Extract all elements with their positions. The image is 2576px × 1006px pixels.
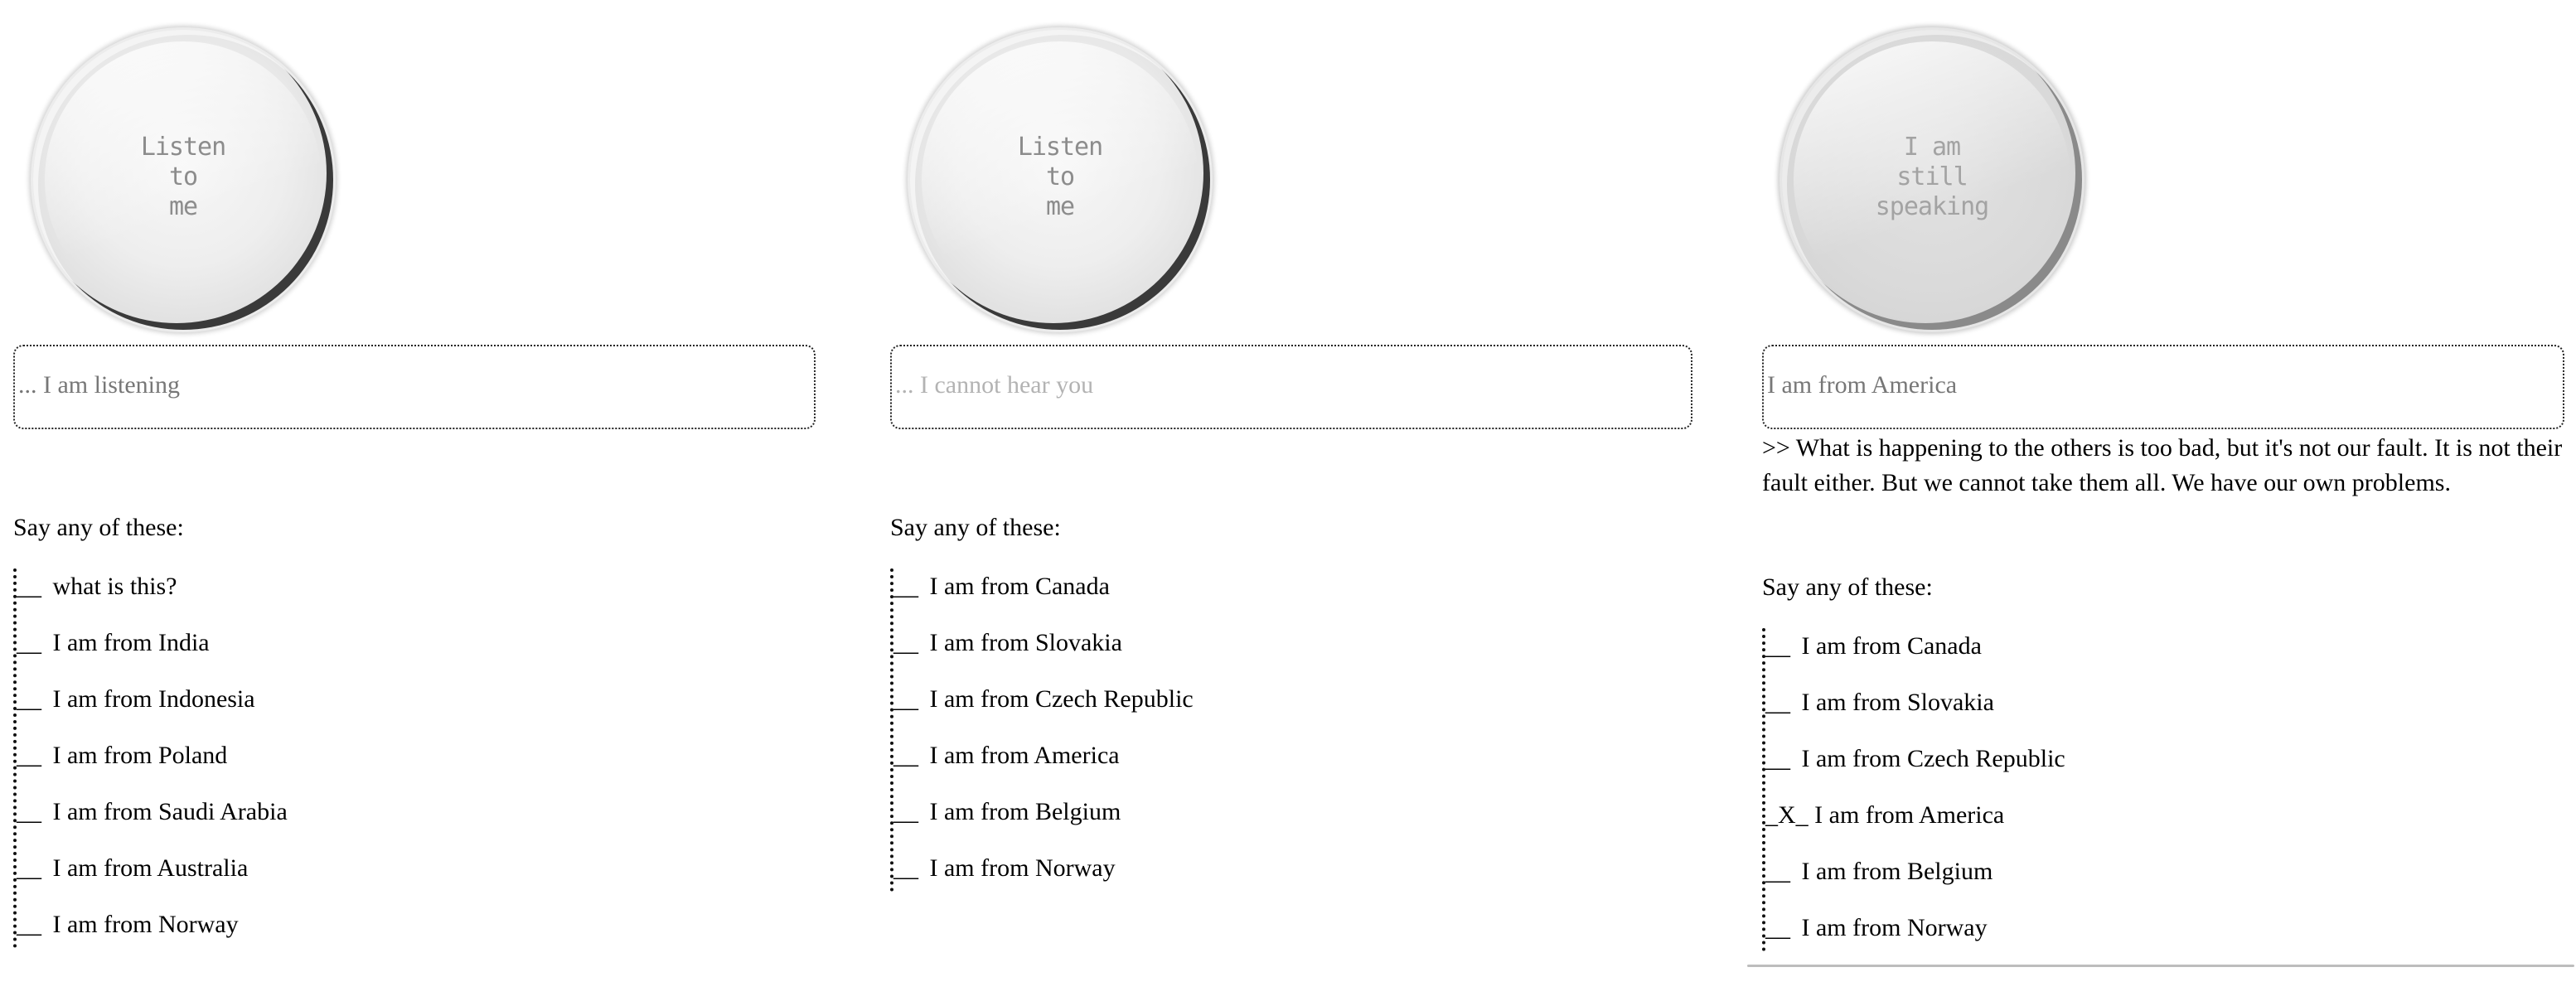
option-text: I am from Australia [52, 854, 249, 882]
option-text: I am from Canada [929, 573, 1110, 600]
phrase-option[interactable]: __ I am from Czech Republic [893, 681, 1474, 738]
option-text: I am from Norway [52, 911, 239, 938]
option-mark: __ [17, 742, 41, 769]
transcript-box: ... I am listening [13, 345, 816, 429]
option-mark: __ [893, 629, 918, 656]
say-any-label: Say any of these: [13, 514, 184, 541]
phrase-option[interactable]: __ I am from Norway [1765, 910, 2346, 951]
phrase-option[interactable]: __ I am from Indonesia [17, 681, 597, 738]
option-mark: __ [893, 798, 918, 825]
option-mark: __ [1765, 914, 1790, 941]
transcript-box: ... I cannot hear you [890, 345, 1692, 429]
speaking-button-label: I am still speaking [1875, 133, 1990, 221]
phrase-option-selected[interactable]: _X_ I am from America [1765, 797, 2346, 854]
option-mark: __ [893, 685, 918, 713]
option-text: I am from Slovakia [1801, 689, 1994, 716]
option-text: I am from America [929, 742, 1120, 769]
option-mark: __ [17, 798, 41, 825]
option-text: I am from Czech Republic [1801, 745, 2065, 772]
phrase-option[interactable]: __ I am from Canada [1765, 628, 2346, 684]
option-text: I am from Norway [929, 854, 1116, 882]
option-mark: __ [893, 573, 918, 600]
option-text: I am from Slovakia [929, 629, 1122, 656]
phrase-option[interactable]: __ I am from Belgium [1765, 854, 2346, 910]
option-text: what is this? [52, 573, 177, 600]
option-mark: __ [17, 685, 41, 713]
transcript-text: ... I cannot hear you [895, 371, 1094, 399]
phrase-option[interactable]: __ I am from Saudi Arabia [17, 794, 597, 850]
listen-button[interactable]: Listen to me [910, 30, 1210, 330]
phrase-option[interactable]: __ I am from Belgium [893, 794, 1474, 850]
option-mark: __ [1765, 689, 1790, 716]
listen-button[interactable]: Listen to me [33, 30, 333, 330]
option-mark: _X_ [1765, 801, 1809, 829]
listen-button-label: Listen to me [1017, 133, 1103, 221]
option-mark: __ [17, 573, 41, 600]
conversation-panel-3: I am still speaking I am from America >>… [1762, 0, 2566, 1006]
phrase-option[interactable]: __ I am from America [893, 738, 1474, 794]
phrase-option[interactable]: __ I am from Slovakia [893, 625, 1474, 681]
transcript-box: I am from America [1762, 345, 2564, 429]
option-text: I am from Belgium [929, 798, 1121, 825]
option-text: I am from Czech Republic [929, 685, 1194, 713]
option-mark: __ [893, 742, 918, 769]
phrase-options: __ I am from Canada __ I am from Slovaki… [1762, 628, 2346, 951]
phrase-option[interactable]: __ what is this? [17, 568, 597, 625]
option-mark: __ [1765, 745, 1790, 772]
option-text: I am from Indonesia [52, 685, 255, 713]
phrase-option[interactable]: __ I am from Slovakia [1765, 684, 2346, 741]
option-text: I am from India [52, 629, 210, 656]
option-text: I am from Poland [52, 742, 228, 769]
phrase-option[interactable]: __ I am from Norway [893, 850, 1474, 892]
phrase-option[interactable]: __ I am from Norway [17, 907, 597, 948]
option-mark: __ [1765, 632, 1790, 660]
option-mark: __ [893, 854, 918, 882]
assistant-response: >> What is happening to the others is to… [1762, 434, 2563, 496]
option-text: I am from Norway [1801, 914, 1988, 941]
phrase-option[interactable]: __ I am from Poland [17, 738, 597, 794]
phrase-option[interactable]: __ I am from Czech Republic [1765, 741, 2346, 797]
say-any-label: Say any of these: [890, 514, 1061, 541]
phrase-option[interactable]: __ I am from India [17, 625, 597, 681]
option-mark: __ [17, 911, 41, 938]
phrase-option[interactable]: __ I am from Canada [893, 568, 1474, 625]
say-any-label: Say any of these: [1762, 573, 1933, 601]
option-text: I am from Saudi Arabia [52, 798, 288, 825]
speaking-button[interactable]: I am still speaking [1782, 30, 2082, 330]
phrase-option[interactable]: __ I am from Australia [17, 850, 597, 907]
option-mark: __ [17, 854, 41, 882]
conversation-panel-2: Listen to me ... I cannot hear you Say a… [890, 0, 1694, 1006]
conversation-panel-1: Listen to me ... I am listening Say any … [13, 0, 817, 1006]
option-text: I am from America [1814, 801, 2005, 829]
phrase-options: __ I am from Canada __ I am from Slovaki… [890, 568, 1474, 892]
listen-button-label: Listen to me [140, 133, 226, 221]
divider [1747, 965, 2574, 967]
option-text: I am from Canada [1801, 632, 1982, 660]
transcript-text: I am from America [1767, 371, 1958, 399]
transcript-text: ... I am listening [18, 371, 180, 399]
option-mark: __ [1765, 858, 1790, 885]
phrase-options: __ what is this? __ I am from India __ I… [13, 568, 597, 948]
option-text: I am from Belgium [1801, 858, 1993, 885]
option-mark: __ [17, 629, 41, 656]
